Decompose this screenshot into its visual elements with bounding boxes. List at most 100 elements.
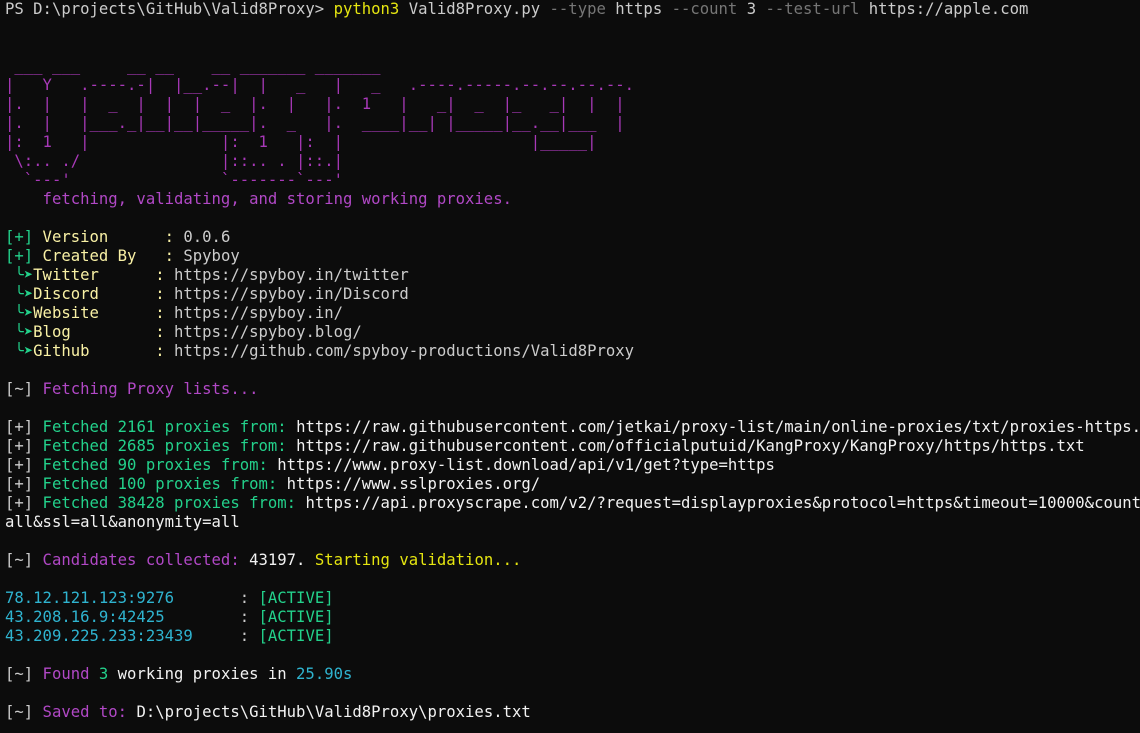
link-row: ╰➤Blog : https://spyboy.blog/ (5, 323, 1140, 342)
link-row: ╰➤Twitter : https://spyboy.in/twitter (5, 266, 1140, 285)
tree-arrow-icon: ╰➤ (5, 323, 34, 341)
info-key: Version (33, 228, 165, 246)
saved-path[interactable]: D:\projects\GitHub\Valid8Proxy\proxies.t… (136, 703, 530, 721)
proxy-address[interactable]: 43.209.225.233:23439 (5, 627, 240, 645)
fetching-status: [~] Fetching Proxy lists... (5, 380, 1140, 399)
link-row: ╰➤Website : https://spyboy.in/ (5, 304, 1140, 323)
command-flag: --test-url (765, 0, 860, 18)
link-url[interactable]: https://spyboy.in/ (174, 304, 343, 322)
source-url[interactable]: https://www.proxy-list.download/api/v1/g… (277, 456, 775, 474)
info-sep: : (164, 228, 184, 246)
fetched-label: Fetched (33, 437, 118, 455)
status-prefix: [~] (5, 703, 34, 721)
proxy-sep: : (239, 627, 259, 645)
fetched-count: 2685 (117, 437, 156, 455)
status-badge: [ACTIVE] (258, 608, 334, 626)
proxy-sep: : (239, 608, 259, 626)
tree-arrow-icon: ╰➤ (5, 285, 34, 303)
tree-arrow-icon: ╰➤ (5, 266, 34, 284)
info-sep: : (164, 247, 184, 265)
fetched-count: 2161 (117, 418, 156, 436)
source-url[interactable]: https://raw.githubusercontent.com/offici… (296, 437, 1085, 455)
status-prefix: [~] (5, 665, 34, 683)
link-key: Github (33, 342, 156, 360)
link-sep: : (155, 304, 175, 322)
status-prefix: [~] (5, 551, 34, 569)
info-key: Created By (33, 247, 165, 265)
candidates-label: Candidates collected: (33, 551, 250, 569)
fetched-label: Fetched (33, 456, 118, 474)
link-sep: : (155, 266, 175, 284)
prompt-line: PS D:\projects\GitHub\Valid8Proxy> pytho… (5, 0, 1140, 19)
source-url[interactable]: https://www.sslproxies.org/ (287, 475, 540, 493)
elapsed-time: 25.90s (296, 665, 353, 683)
saved-status: [~] Saved to: D:\projects\GitHub\Valid8P… (5, 703, 1140, 722)
link-key: Website (33, 304, 156, 322)
candidates-count: 43197. (249, 551, 306, 569)
link-row: ╰➤Discord : https://spyboy.in/Discord (5, 285, 1140, 304)
status-prefix: [+] (5, 475, 34, 493)
link-url[interactable]: https://spyboy.in/Discord (174, 285, 409, 303)
command-arg: 3 (737, 0, 766, 18)
link-url[interactable]: https://spyboy.in/twitter (174, 266, 409, 284)
status-prefix: [+] (5, 247, 34, 265)
fetched-label: proxies from: (155, 418, 297, 436)
tagline: fetching, validating, and storing workin… (5, 190, 512, 208)
saved-label: Saved to: (33, 703, 137, 721)
status-prefix: [+] (5, 418, 34, 436)
found-count: 3 (98, 665, 109, 683)
fetched-count: 38428 (117, 494, 165, 512)
proxy-address[interactable]: 43.208.16.9:42425 (5, 608, 240, 626)
link-sep: : (155, 323, 175, 341)
source-url[interactable]: https://raw.githubusercontent.com/jetkai… (296, 418, 1140, 436)
link-key: Twitter (33, 266, 156, 284)
fetched-count: 90 (117, 456, 137, 474)
info-row: [+] Created By : Spyboy (5, 247, 1140, 266)
fetched-row: [+] Fetched 2685 proxies from: https://r… (5, 437, 1140, 456)
link-url[interactable]: https://github.com/spyboy-productions/Va… (174, 342, 634, 360)
source-url[interactable]: https://api.proxyscrape.com/v2/?request=… (305, 494, 1140, 512)
status-prefix: [+] (5, 228, 34, 246)
link-key: Discord (33, 285, 156, 303)
ascii-banner-line: | Y .----.-| |__.--| | _ | _ .----.-----… (5, 76, 635, 94)
ascii-banner-line: `---' `-------`---' (5, 171, 343, 189)
link-url[interactable]: https://spyboy.blog/ (174, 323, 362, 341)
command-script: Valid8Proxy.py (399, 0, 550, 18)
fetched-label: proxies from: (145, 475, 287, 493)
command-arg: https (605, 0, 672, 18)
status-prefix: [+] (5, 437, 34, 455)
ascii-banner-line: |. | |___._|__|__|_____|. _ |. ____|__| … (5, 114, 625, 132)
info-row: [+] Version : 0.0.6 (5, 228, 1140, 247)
fetched-label: Fetched (33, 418, 118, 436)
proxy-sep: : (239, 589, 259, 607)
prompt-path: PS D:\projects\GitHub\Valid8Proxy> (5, 0, 334, 18)
found-status: [~] Found 3 working proxies in 25.90s (5, 665, 1140, 684)
status-prefix: [~] (5, 380, 34, 398)
proxy-address[interactable]: 78.12.121.123:9276 (5, 589, 240, 607)
fetched-label: proxies from: (155, 437, 297, 455)
info-value: Spyboy (183, 247, 240, 265)
fetched-label: proxies from: (164, 494, 306, 512)
tree-arrow-icon: ╰➤ (5, 342, 34, 360)
fetched-row: [+] Fetched 100 proxies from: https://ww… (5, 475, 1140, 494)
tree-arrow-icon: ╰➤ (5, 304, 34, 322)
info-value: 0.0.6 (183, 228, 231, 246)
proxy-row: 43.209.225.233:23439 : [ACTIVE] (5, 627, 1140, 646)
candidates-status: [~] Candidates collected: 43197. Startin… (5, 551, 1140, 570)
link-sep: : (155, 342, 175, 360)
status-badge: [ACTIVE] (258, 589, 334, 607)
proxy-row: 78.12.121.123:9276 : [ACTIVE] (5, 589, 1140, 608)
status-prefix: [+] (5, 456, 34, 474)
terminal-window[interactable]: PS D:\projects\GitHub\Valid8Proxy> pytho… (0, 0, 1140, 733)
fetched-row: [+] Fetched 90 proxies from: https://www… (5, 456, 1140, 475)
ascii-banner-line: |. | | _ | | | _ |. | |. 1 | _| _ |_ _| … (5, 95, 625, 113)
status-prefix: [+] (5, 494, 34, 512)
fetched-label: Fetched (33, 475, 118, 493)
found-label: Found (33, 665, 99, 683)
